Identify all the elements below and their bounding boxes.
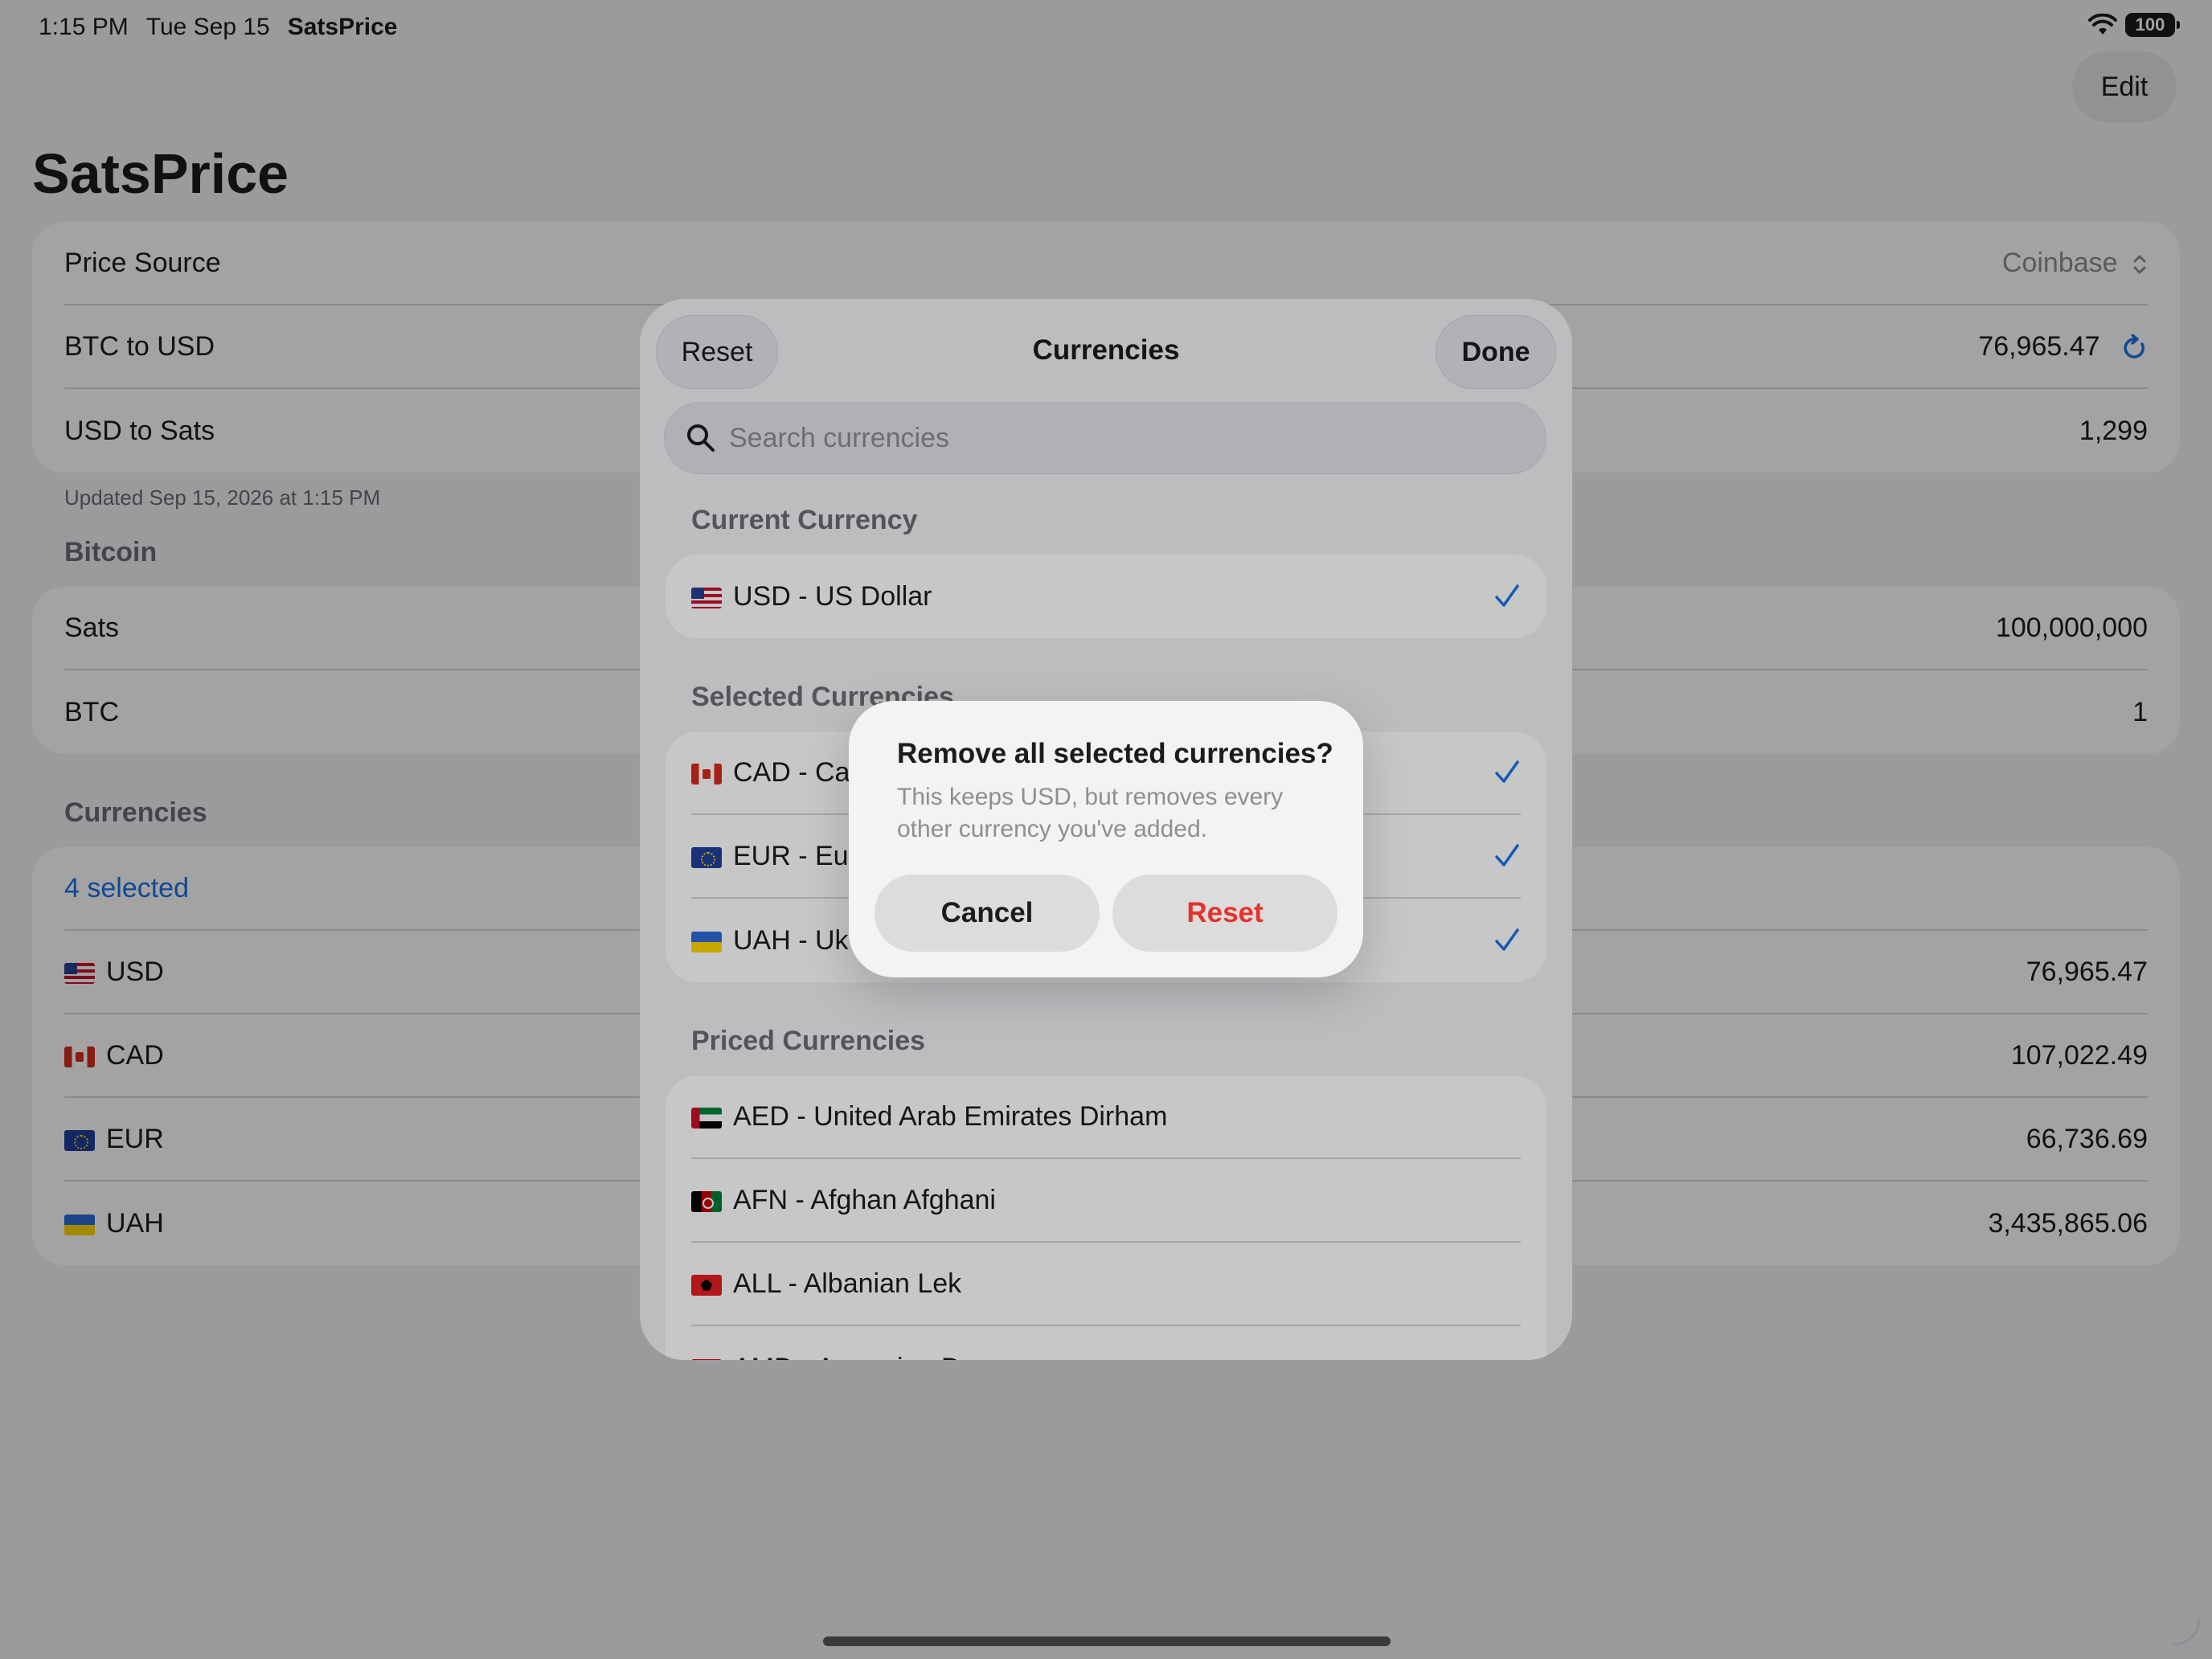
currency-name: AMD - Armenian D <box>733 1353 961 1361</box>
currency-name: USD - US Dollar <box>733 580 932 612</box>
reset-confirmation-alert: Remove all selected currencies? This kee… <box>849 701 1363 977</box>
home-indicator <box>823 1636 1391 1646</box>
ca-flag-icon <box>691 763 722 784</box>
search-icon <box>687 424 715 452</box>
ae-flag-icon <box>691 1107 722 1129</box>
alert-message: This keeps USD, but removes every other … <box>897 784 1284 842</box>
ua-flag-icon <box>691 931 722 952</box>
cancel-button[interactable]: Cancel <box>875 875 1100 952</box>
priced-currencies-group: AED - United Arab Emirates Dirham AFN - … <box>666 1075 1546 1360</box>
us-flag-icon <box>691 587 722 608</box>
currency-name: UAH - Uk <box>733 924 849 956</box>
resize-handle-icon <box>2172 1617 2201 1646</box>
priced-currency-row[interactable]: AED - United Arab Emirates Dirham <box>691 1075 1521 1159</box>
current-currency-label: Current Currency <box>691 505 918 535</box>
currency-name: ALL - Albanian Lek <box>733 1268 962 1299</box>
sheet-title: Currencies <box>1032 334 1180 366</box>
alert-title: Remove all selected currencies? <box>897 738 1333 769</box>
checkmark-icon <box>1495 584 1519 607</box>
reset-button[interactable]: Reset <box>1112 875 1337 952</box>
done-button[interactable]: Done <box>1436 315 1556 389</box>
checkmark-icon <box>1495 928 1519 951</box>
priced-currency-row[interactable]: ALL - Albanian Lek <box>691 1243 1521 1326</box>
currency-name: AED - United Arab Emirates Dirham <box>733 1100 1168 1132</box>
currency-name: AFN - Afghan Afghani <box>733 1184 996 1215</box>
search-placeholder: Search currencies <box>729 422 950 453</box>
am-flag-icon <box>691 1358 722 1360</box>
eu-flag-icon <box>691 846 722 868</box>
search-input[interactable]: Search currencies <box>664 402 1546 474</box>
priced-currency-row[interactable]: AFN - Afghan Afghani <box>691 1159 1521 1243</box>
priced-currencies-label: Priced Currencies <box>691 1026 926 1056</box>
currency-name: EUR - Eur <box>733 840 858 871</box>
af-flag-icon <box>691 1190 722 1212</box>
currency-name: CAD - Ca <box>733 756 850 788</box>
checkmark-icon <box>1495 844 1519 866</box>
current-currency-row[interactable]: USD - US Dollar <box>691 555 1521 638</box>
priced-currency-row[interactable]: AMD - Armenian D <box>691 1326 1521 1360</box>
checkmark-icon <box>1495 760 1519 783</box>
al-flag-icon <box>691 1274 722 1296</box>
current-currency-group: USD - US Dollar <box>666 555 1546 638</box>
